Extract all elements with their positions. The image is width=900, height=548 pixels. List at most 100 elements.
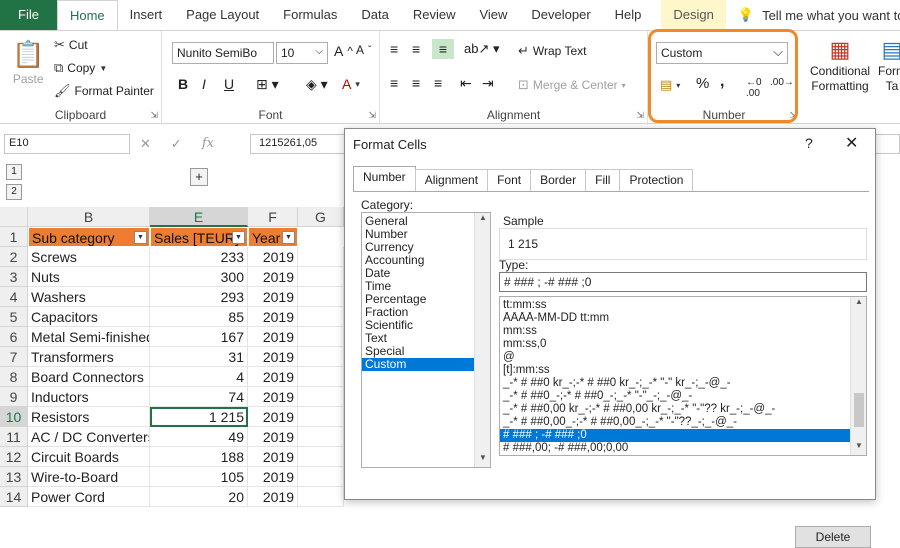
cancel-icon[interactable]: ✕ (140, 136, 151, 152)
font-name-dropdown[interactable]: Nunito SemiBo (172, 42, 274, 64)
cell-b[interactable]: AC / DC Converters (28, 427, 150, 447)
underline-button[interactable]: U (224, 76, 234, 92)
cell-b[interactable]: Power Cord (28, 487, 150, 507)
cell-g[interactable] (298, 447, 344, 467)
insert-function-icon[interactable]: fx (202, 136, 214, 152)
cell-e[interactable]: 49 (150, 427, 248, 447)
cell-f[interactable]: 2019 (248, 307, 298, 327)
cell-g[interactable] (298, 247, 344, 267)
wrap-text-button[interactable]: ↵ Wrap Text (518, 43, 586, 59)
close-button[interactable]: ✕ (845, 133, 858, 153)
column-header-f[interactable]: F (248, 207, 298, 227)
cell-e[interactable]: 85 (150, 307, 248, 327)
filter-dropdown-icon[interactable]: ▼ (282, 231, 295, 244)
cell-b[interactable]: Screws (28, 247, 150, 267)
tab-help[interactable]: Help (603, 0, 654, 30)
cell-g[interactable] (298, 367, 344, 387)
type-item[interactable]: # ###,00; -# ###,00;0,00 (500, 442, 850, 455)
cell-b[interactable]: Inductors (28, 387, 150, 407)
cell-b[interactable]: Board Connectors (28, 367, 150, 387)
category-item[interactable]: Custom (362, 358, 490, 371)
type-item[interactable]: ÅÅÅÅ-MM-DD tt:mm (500, 312, 850, 325)
cell-e[interactable]: 20 (150, 487, 248, 507)
cell-e[interactable]: 167 (150, 327, 248, 347)
decrease-indent-icon[interactable]: ⇤ (460, 75, 472, 92)
header-cell-sub-category[interactable]: Sub category ▼ (28, 227, 150, 247)
cell-f[interactable]: 2019 (248, 467, 298, 487)
cell-e[interactable]: 4 (150, 367, 248, 387)
dialog-launcher-icon[interactable]: ⇲ (636, 110, 644, 121)
tab-review[interactable]: Review (401, 0, 468, 30)
tab-view[interactable]: View (467, 0, 519, 30)
scroll-thumb[interactable] (854, 393, 864, 427)
row-header[interactable]: 13 (0, 467, 28, 487)
tab-fill[interactable]: Fill (585, 169, 621, 191)
column-header-e[interactable]: E (150, 207, 248, 227)
bold-button[interactable]: B (178, 76, 188, 92)
filter-dropdown-icon[interactable]: ▼ (134, 231, 147, 244)
type-item[interactable]: # ### ; -# ### ;0 (500, 429, 850, 442)
tab-alignment[interactable]: Alignment (414, 169, 489, 191)
select-all-corner[interactable] (0, 207, 28, 227)
type-item[interactable]: @ (500, 351, 850, 364)
paste-button[interactable]: 📋 Paste (12, 39, 44, 86)
tab-home[interactable]: Home (56, 0, 118, 30)
cell-g[interactable] (298, 427, 344, 447)
filter-dropdown-icon[interactable]: ▼ (232, 231, 245, 244)
cell-g[interactable] (298, 487, 344, 507)
row-header[interactable]: 4 (0, 287, 28, 307)
dialog-launcher-icon[interactable]: ⇲ (368, 110, 376, 121)
expand-group-button[interactable]: + (190, 168, 208, 186)
cell-f[interactable]: 2019 (248, 287, 298, 307)
cell-f[interactable]: 2019 (248, 407, 298, 427)
cell-f[interactable]: 2019 (248, 367, 298, 387)
copy-button[interactable]: ⧉ Copy ▼ (54, 60, 107, 76)
type-item[interactable]: _-* # ##0,00_-;-* # ##0,00_-;_-* "-"??_-… (500, 416, 850, 429)
tab-developer[interactable]: Developer (519, 0, 602, 30)
orientation-icon[interactable]: ab↗ ▾ (464, 41, 500, 57)
outline-level-2-button[interactable]: 2 (6, 184, 22, 200)
type-item[interactable]: _-* # ##0,00 kr_-;-* # ##0,00 kr_-;_-* "… (500, 403, 850, 416)
row-header[interactable]: 12 (0, 447, 28, 467)
cell-e[interactable]: 300 (150, 267, 248, 287)
type-input[interactable]: # ### ; -# ### ;0 (499, 272, 867, 292)
format-as-table-button[interactable]: ▤ Form Ta (878, 37, 900, 93)
help-button[interactable]: ? (805, 135, 813, 151)
scroll-up-icon[interactable]: ▲ (851, 297, 866, 311)
cell-f[interactable]: 2019 (248, 387, 298, 407)
scroll-up-icon[interactable]: ▲ (475, 213, 490, 227)
shrink-font-icon[interactable]: Aˇ (356, 43, 371, 57)
tab-protection[interactable]: Protection (619, 169, 694, 191)
type-scrollbar[interactable]: ▲ ▼ (850, 297, 866, 455)
row-header[interactable]: 7 (0, 347, 28, 367)
cell-e[interactable]: 31 (150, 347, 248, 367)
align-left-icon[interactable]: ≡ (390, 75, 398, 91)
cell-f[interactable]: 2019 (248, 427, 298, 447)
category-scrollbar[interactable]: ▲ ▼ (474, 213, 490, 467)
tab-design[interactable]: Design (661, 0, 726, 30)
top-align-icon[interactable]: ≡ (390, 41, 398, 57)
type-item[interactable]: mm:ss,0 (500, 338, 850, 351)
type-item[interactable]: tt:mm:ss (500, 299, 850, 312)
bottom-align-icon[interactable]: ≡ (432, 39, 454, 59)
row-header[interactable]: 9 (0, 387, 28, 407)
conditional-formatting-button[interactable]: ▦ Conditional Formatting (810, 37, 870, 93)
font-color-icon[interactable]: A ▾ (342, 76, 360, 92)
cell-g[interactable] (298, 307, 344, 327)
cell-b[interactable]: Nuts (28, 267, 150, 287)
fill-color-icon[interactable]: ◈ ▾ (306, 76, 328, 93)
cell-e[interactable]: 233 (150, 247, 248, 267)
row-header[interactable]: 3 (0, 267, 28, 287)
cell-b[interactable]: Washers (28, 287, 150, 307)
cell-f[interactable]: 2019 (248, 487, 298, 507)
row-header[interactable]: 6 (0, 327, 28, 347)
increase-indent-icon[interactable]: ⇥ (482, 75, 494, 92)
row-header[interactable]: 5 (0, 307, 28, 327)
column-header-b[interactable]: B (28, 207, 150, 227)
row-header[interactable]: 1 (0, 227, 28, 247)
delete-button[interactable]: Delete (795, 526, 871, 548)
cell-e[interactable]: 1 215 (150, 407, 248, 427)
type-item[interactable]: [t]:mm:ss (500, 364, 850, 377)
cell-g[interactable] (298, 267, 344, 287)
cell-g[interactable] (298, 347, 344, 367)
